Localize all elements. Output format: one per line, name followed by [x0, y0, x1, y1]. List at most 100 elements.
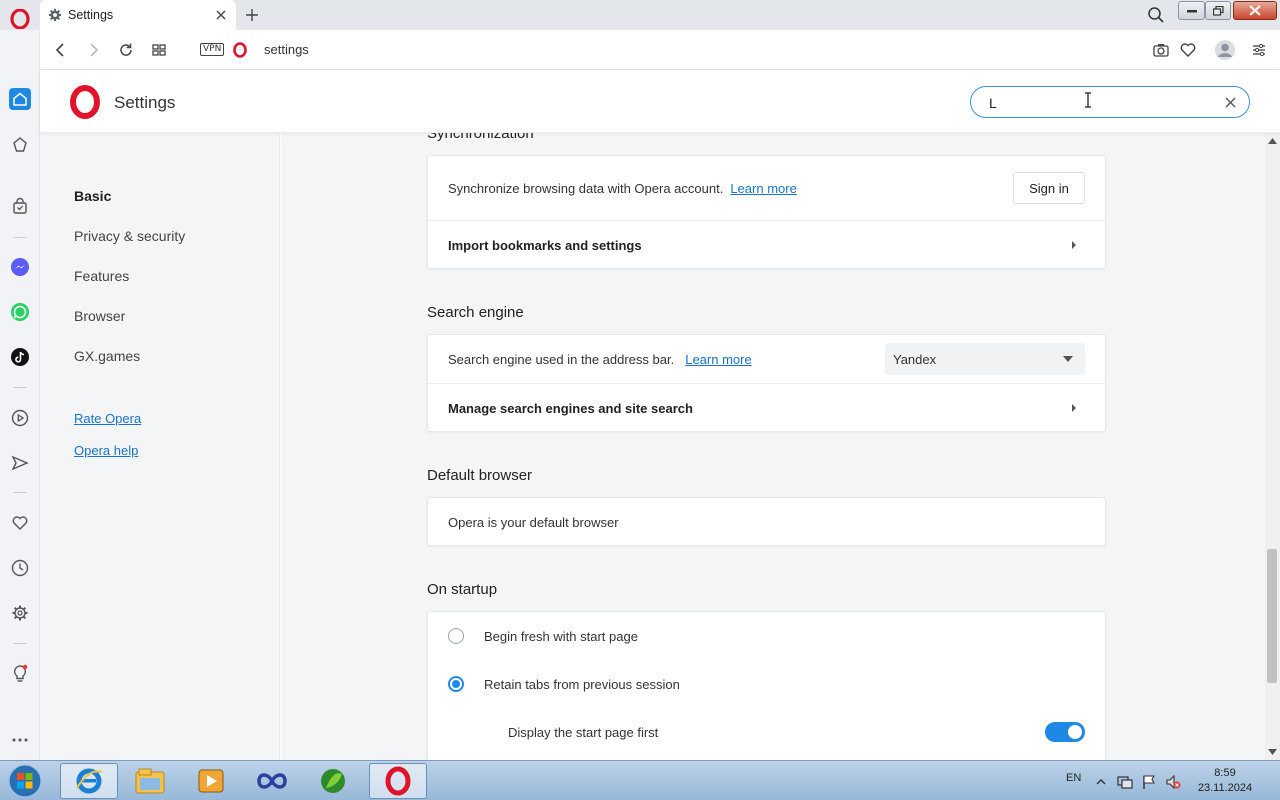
- messenger-icon[interactable]: [9, 256, 31, 278]
- import-bookmarks-label: Import bookmarks and settings: [448, 238, 642, 253]
- startup-radio-retain-tabs[interactable]: [448, 676, 464, 692]
- history-clock-icon[interactable]: [9, 557, 31, 579]
- tab-settings[interactable]: Settings: [40, 0, 236, 30]
- rate-opera-link[interactable]: Rate Opera: [74, 411, 141, 426]
- scroll-down-icon[interactable]: [1268, 749, 1277, 755]
- network-icon[interactable]: [1117, 774, 1133, 790]
- startup-card: Begin fresh with start page Retain tabs …: [427, 611, 1106, 760]
- action-center-flag-icon[interactable]: [1141, 774, 1157, 790]
- taskbar-opera-icon[interactable]: [369, 763, 427, 799]
- nav-item-privacy-security[interactable]: Privacy & security: [74, 228, 185, 244]
- taskbar-app-leaf-icon[interactable]: [304, 763, 362, 799]
- vpn-badge[interactable]: VPN: [200, 43, 225, 56]
- search-engine-card: Search engine used in the address bar. Le…: [427, 334, 1106, 432]
- clock-time: 8:59: [1214, 767, 1236, 779]
- sidebar-pinboard-icon[interactable]: [9, 134, 31, 156]
- default-browser-card: Opera is your default browser: [427, 497, 1106, 546]
- search-engine-text: Search engine used in the address bar.: [448, 352, 675, 367]
- search-icon[interactable]: [1147, 6, 1165, 24]
- tiktok-icon[interactable]: [9, 346, 31, 368]
- search-engine-selected: Yandex: [893, 351, 937, 367]
- startup-radio-begin-fresh[interactable]: [448, 628, 464, 644]
- whatsapp-icon[interactable]: [9, 301, 31, 323]
- nav-item-gx-games[interactable]: GX.games: [74, 348, 140, 364]
- sidebar-separator: [13, 643, 27, 644]
- sync-card: Synchronize browsing data with Opera acc…: [427, 155, 1106, 269]
- search-engine-select[interactable]: Yandex: [885, 343, 1085, 375]
- lightbulb-icon[interactable]: [9, 663, 31, 685]
- more-icon[interactable]: [9, 729, 31, 751]
- reload-icon[interactable]: [117, 41, 135, 59]
- back-icon[interactable]: [52, 41, 70, 59]
- taskbar-explorer-icon[interactable]: [121, 763, 179, 799]
- nav-item-features[interactable]: Features: [74, 268, 129, 284]
- settings-gear-icon[interactable]: [9, 602, 31, 624]
- startup-option-retain-tabs[interactable]: Retain tabs from previous session: [484, 677, 680, 692]
- opera-logo-icon: [70, 85, 100, 119]
- player-icon[interactable]: [9, 407, 31, 429]
- taskbar-app-infinity-icon[interactable]: [243, 763, 301, 799]
- settings-header: Settings: [40, 70, 1280, 133]
- section-title-search-engine: Search engine: [427, 304, 524, 321]
- dropdown-caret-icon: [1063, 356, 1073, 362]
- display-start-page-toggle[interactable]: [1045, 722, 1085, 742]
- scroll-up-icon[interactable]: [1268, 138, 1277, 144]
- snapshot-icon[interactable]: [1152, 41, 1170, 59]
- settings-content: Synchronization Synchronize browsing dat…: [281, 133, 1265, 760]
- heart-icon[interactable]: [1179, 41, 1197, 59]
- profile-avatar-icon[interactable]: [1214, 39, 1236, 61]
- maximize-button[interactable]: [1205, 1, 1231, 20]
- manage-search-engines-row[interactable]: Manage search engines and site search: [428, 384, 1105, 432]
- clock-date: 23.11.2024: [1197, 782, 1253, 794]
- display-start-page-label: Display the start page first: [508, 725, 659, 740]
- language-indicator[interactable]: EN: [1066, 772, 1081, 784]
- new-tab-icon[interactable]: [244, 7, 260, 23]
- sidebar: [0, 30, 40, 760]
- nav-item-browser[interactable]: Browser: [74, 308, 125, 324]
- taskbar-ie-icon[interactable]: [60, 763, 118, 799]
- sidebar-separator: [13, 237, 27, 238]
- section-title-on-startup: On startup: [427, 581, 498, 598]
- section-title-sync: Synchronization: [427, 133, 534, 142]
- clear-search-icon[interactable]: [1224, 96, 1237, 109]
- forward-icon[interactable]: [84, 41, 102, 59]
- manage-search-engines-label: Manage search engines and site search: [448, 401, 693, 416]
- section-title-default-browser: Default browser: [427, 467, 533, 484]
- settings-search-box[interactable]: [970, 86, 1250, 118]
- sync-row: Synchronize browsing data with Opera acc…: [428, 156, 1105, 221]
- search-engine-learn-more-link[interactable]: Learn more: [685, 352, 751, 367]
- chevron-right-icon: [1072, 404, 1076, 412]
- settings-search-input[interactable]: [989, 93, 1209, 113]
- startup-option-begin-fresh[interactable]: Begin fresh with start page: [484, 629, 638, 644]
- taskbar-media-player-icon[interactable]: [182, 763, 240, 799]
- opera-help-link[interactable]: Opera help: [74, 443, 138, 458]
- address-field[interactable]: settings: [264, 42, 309, 57]
- sidebar-separator: [13, 387, 27, 388]
- sync-text: Synchronize browsing data with Opera acc…: [448, 181, 724, 196]
- speed-dial-icon[interactable]: [150, 41, 168, 59]
- sign-in-button[interactable]: Sign in: [1013, 172, 1085, 204]
- settings-nav: Basic Privacy & security Features Browse…: [40, 133, 280, 760]
- start-button[interactable]: [5, 763, 45, 799]
- close-icon[interactable]: [214, 8, 228, 22]
- nav-item-basic[interactable]: Basic: [74, 188, 111, 204]
- sync-description: Synchronize browsing data with Opera acc…: [448, 181, 797, 196]
- opera-menu-icon[interactable]: [6, 6, 34, 32]
- minimize-button[interactable]: [1178, 1, 1205, 20]
- tray-expand-icon[interactable]: [1096, 774, 1106, 790]
- tab-title: Settings: [68, 8, 114, 22]
- sidebar-home-icon[interactable]: [9, 88, 31, 110]
- window-close-button[interactable]: [1233, 1, 1277, 20]
- import-bookmarks-row[interactable]: Import bookmarks and settings: [428, 221, 1105, 269]
- volume-muted-icon[interactable]: [1165, 774, 1181, 790]
- sidebar-shopping-icon[interactable]: [9, 195, 31, 217]
- send-icon[interactable]: [9, 452, 31, 474]
- opera-page-icon: [233, 42, 247, 58]
- clock[interactable]: 8:59 23.11.2024: [1194, 766, 1256, 796]
- sidebar-separator: [13, 492, 27, 493]
- easy-setup-icon[interactable]: [1250, 41, 1268, 59]
- scroll-thumb[interactable]: [1267, 549, 1277, 683]
- sync-learn-more-link[interactable]: Learn more: [730, 181, 796, 196]
- page-scrollbar[interactable]: [1265, 133, 1280, 760]
- bookmarks-heart-icon[interactable]: [9, 512, 31, 534]
